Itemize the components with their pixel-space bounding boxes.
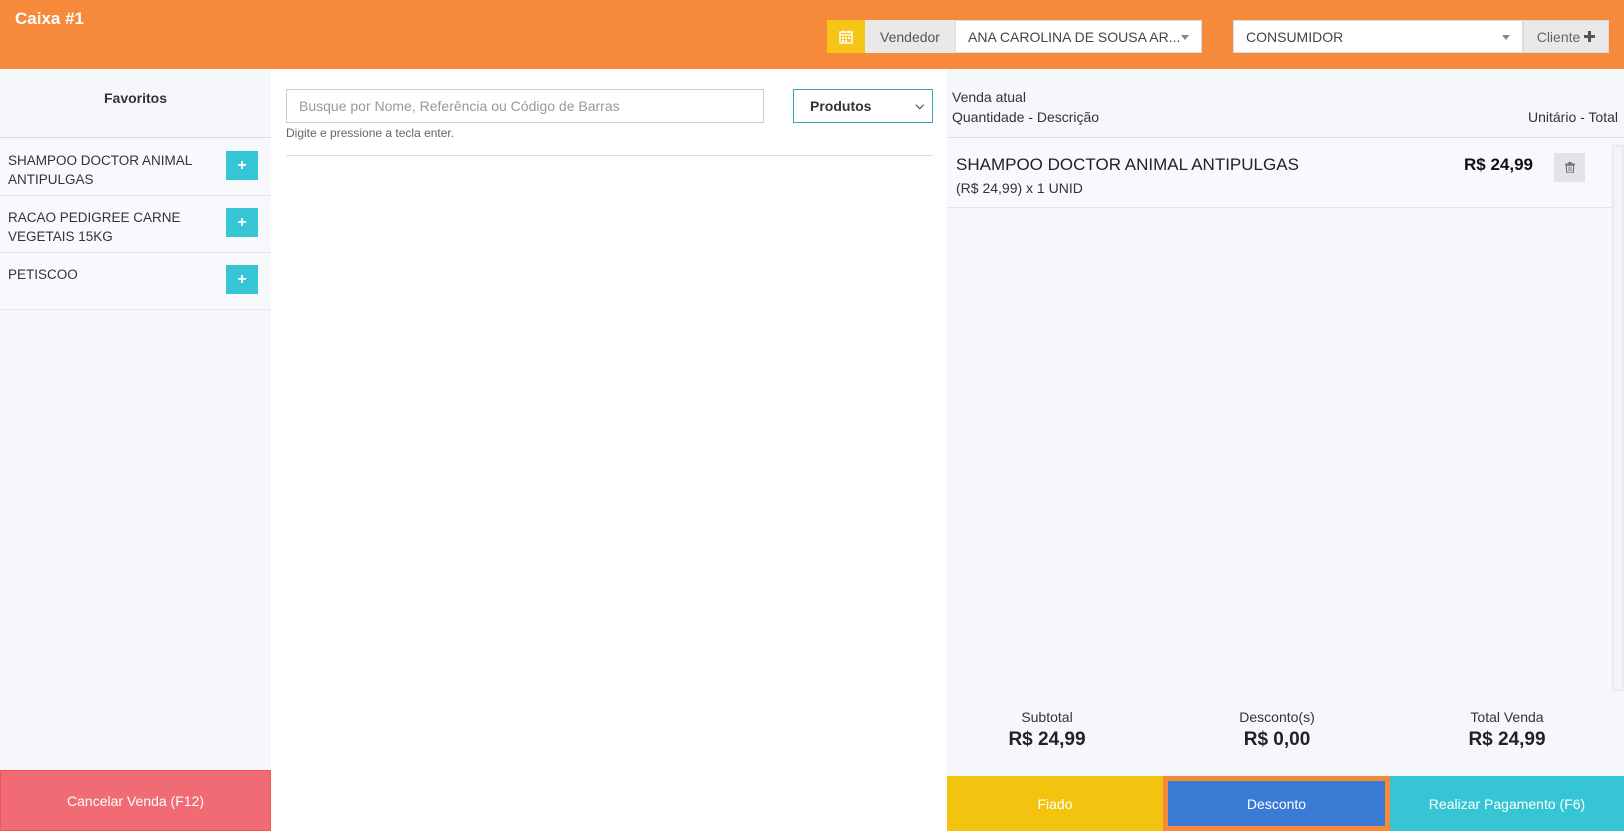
- fiado-button[interactable]: Fiado: [947, 776, 1163, 831]
- sale-item-detail: (R$ 24,99) x 1 UNID: [956, 180, 1083, 196]
- vendedor-value: ANA CAROLINA DE SOUSA AR...: [968, 28, 1181, 45]
- sale-item[interactable]: SHAMPOO DOCTOR ANIMAL ANTIPULGAS (R$ 24,…: [947, 145, 1612, 208]
- sale-items-list: SHAMPOO DOCTOR ANIMAL ANTIPULGAS (R$ 24,…: [947, 145, 1612, 208]
- list-item: PETISCOO +: [0, 253, 271, 310]
- cancel-sale-button[interactable]: Cancelar Venda (F12): [0, 770, 271, 831]
- search-panel: Digite e pressione a tecla enter. Produt…: [271, 69, 947, 831]
- subtotal-label: Subtotal: [1021, 709, 1073, 725]
- chevron-down-icon: [1181, 35, 1189, 40]
- trash-icon: [1564, 162, 1575, 173]
- scrollbar-thumb[interactable]: [1614, 147, 1622, 689]
- favorites-list: SHAMPOO DOCTOR ANIMAL ANTIPULGAS + RACAO…: [0, 139, 271, 310]
- vendedor-select[interactable]: ANA CAROLINA DE SOUSA AR...: [955, 20, 1202, 53]
- total-value: R$ 24,99: [1468, 729, 1546, 750]
- payment-button[interactable]: Realizar Pagamento (F6): [1390, 776, 1624, 831]
- add-favorite-button[interactable]: +: [226, 208, 258, 237]
- subtotal-value: R$ 24,99: [1008, 729, 1086, 750]
- cliente-button-label: Cliente: [1536, 28, 1581, 45]
- favorite-name: SHAMPOO DOCTOR ANIMAL ANTIPULGAS: [8, 153, 192, 187]
- divider: [0, 137, 271, 138]
- sale-columns-left: Quantidade - Descrição: [952, 109, 1100, 125]
- add-favorite-button[interactable]: +: [226, 265, 258, 294]
- sale-columns-right: Unitário - Total: [1527, 109, 1618, 125]
- add-favorite-button[interactable]: +: [226, 151, 258, 180]
- search-hint: Digite e pressione a tecla enter.: [286, 126, 455, 140]
- sale-item-total: R$ 24,99: [1464, 155, 1533, 174]
- delete-item-button[interactable]: [1554, 153, 1585, 182]
- discount-value: R$ 0,00: [1243, 729, 1311, 750]
- header-bar: Caixa #1 Vendedor ANA CAROLINA DE SOUSA …: [0, 0, 1624, 69]
- action-buttons: Fiado Desconto Realizar Pagamento (F6): [947, 776, 1624, 831]
- total-block: Total Venda R$ 24,99: [1407, 709, 1607, 751]
- sale-item-name: SHAMPOO DOCTOR ANIMAL ANTIPULGAS: [956, 155, 1299, 174]
- subtotal-block: Subtotal R$ 24,99: [947, 709, 1147, 751]
- cliente-value: CONSUMIDOR: [1246, 28, 1344, 45]
- divider: [286, 155, 933, 156]
- favorite-name: RACAO PEDIGREE CARNE VEGETAIS 15KG: [8, 210, 181, 244]
- search-type-value: Produtos: [810, 98, 872, 114]
- total-label: Total Venda: [1470, 709, 1544, 725]
- cliente-select[interactable]: CONSUMIDOR: [1233, 20, 1523, 53]
- search-type-select[interactable]: Produtos ⌵: [793, 89, 933, 123]
- calendar-button[interactable]: [827, 20, 865, 53]
- list-item: RACAO PEDIGREE CARNE VEGETAIS 15KG +: [0, 196, 271, 253]
- sale-title: Venda atual: [952, 89, 1026, 105]
- search-input[interactable]: [286, 89, 764, 123]
- discount-button[interactable]: Desconto: [1163, 776, 1390, 831]
- sale-panel: Venda atual Quantidade - Descrição Unitá…: [947, 69, 1624, 831]
- page-title: Caixa #1: [15, 9, 84, 28]
- vendedor-label: Vendedor: [865, 20, 955, 53]
- discount-block: Desconto(s) R$ 0,00: [1177, 709, 1377, 751]
- plus-icon: [1584, 31, 1596, 42]
- discount-label: Desconto(s): [1239, 709, 1315, 725]
- calendar-icon: [839, 30, 853, 44]
- sale-totals: Subtotal R$ 24,99 Desconto(s) R$ 0,00 To…: [947, 709, 1624, 769]
- chevron-down-icon: ⌵: [915, 100, 924, 112]
- favorite-name: PETISCOO: [8, 267, 78, 282]
- divider: [947, 137, 1624, 138]
- chevron-down-icon: [1502, 35, 1510, 40]
- favorites-title: Favoritos: [103, 90, 167, 106]
- favorites-panel: Favoritos SHAMPOO DOCTOR ANIMAL ANTIPULG…: [0, 69, 271, 831]
- sale-scrollbar[interactable]: [1612, 145, 1624, 691]
- list-item: SHAMPOO DOCTOR ANIMAL ANTIPULGAS +: [0, 139, 271, 196]
- add-cliente-button[interactable]: Cliente: [1523, 20, 1609, 53]
